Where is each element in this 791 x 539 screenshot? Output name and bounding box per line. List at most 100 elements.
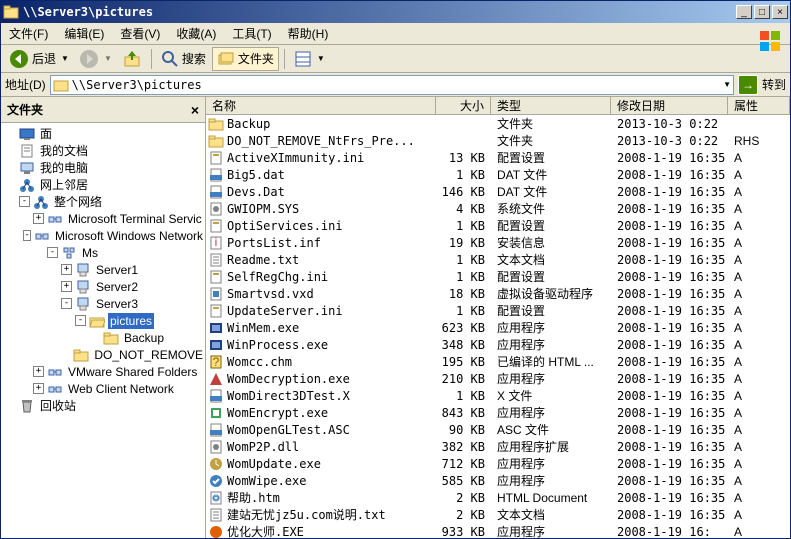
- file-row[interactable]: DO_NOT_REMOVE_NtFrs_Pre...文件夹2013-10-3 0…: [206, 132, 790, 149]
- col-date[interactable]: 修改日期: [611, 97, 728, 114]
- file-type: 应用程序: [491, 319, 611, 336]
- file-row[interactable]: WomWipe.exe585 KB应用程序2008-1-19 16:35A: [206, 472, 790, 489]
- tree-label: pictures: [108, 313, 154, 329]
- expand-button[interactable]: -: [23, 230, 31, 241]
- file-row[interactable]: iPortsList.inf19 KB安装信息2008-1-19 16:35A: [206, 234, 790, 251]
- folders-button[interactable]: 文件夹: [212, 47, 279, 71]
- file-row[interactable]: ActiveXImmunity.ini13 KB配置设置2008-1-19 16…: [206, 149, 790, 166]
- forward-button[interactable]: ▼: [75, 47, 116, 71]
- tree-item[interactable]: +Web Client Network: [1, 380, 205, 397]
- tree-item[interactable]: -Server3: [1, 295, 205, 312]
- tree-label: Microsoft Terminal Servic: [66, 211, 204, 227]
- file-row[interactable]: WomDecryption.exe210 KB应用程序2008-1-19 16:…: [206, 370, 790, 387]
- file-list[interactable]: Backup文件夹2013-10-3 0:22DO_NOT_REMOVE_NtF…: [206, 115, 790, 538]
- file-row[interactable]: WomDirect3DTest.X1 KBX 文件2008-1-19 16:35…: [206, 387, 790, 404]
- tree-item[interactable]: 我的文档: [1, 142, 205, 159]
- tree-item[interactable]: 我的电脑: [1, 159, 205, 176]
- go-button[interactable]: →: [738, 75, 758, 95]
- sidebar-header: 文件夹 ×: [1, 97, 205, 123]
- tree-label: 回收站: [38, 396, 78, 415]
- file-attr: A: [728, 219, 790, 233]
- file-row[interactable]: ?Womcc.chm195 KB已编译的 HTML ...2008-1-19 1…: [206, 353, 790, 370]
- folder-icon: [208, 116, 224, 132]
- search-button[interactable]: 搜索: [157, 48, 210, 70]
- menu-help[interactable]: 帮助(H): [280, 22, 337, 45]
- minimize-button[interactable]: _: [736, 5, 752, 19]
- file-row[interactable]: Big5.dat1 KBDAT 文件2008-1-19 16:35A: [206, 166, 790, 183]
- file-type: DAT 文件: [491, 166, 611, 183]
- maximize-button[interactable]: □: [754, 5, 770, 19]
- folder-tree[interactable]: 面我的文档我的电脑网上邻居-整个网络 + Microsoft Terminal Se…: [1, 123, 205, 538]
- up-button[interactable]: [118, 47, 146, 71]
- tree-item[interactable]: -Ms: [1, 244, 205, 261]
- file-row[interactable]: SelfRegChg.ini1 KB配置设置2008-1-19 16:35A: [206, 268, 790, 285]
- menu-fav[interactable]: 收藏(A): [168, 22, 224, 45]
- views-button[interactable]: ▼: [290, 48, 329, 70]
- chm-icon: ?: [208, 354, 224, 370]
- file-row[interactable]: Devs.Dat146 KBDAT 文件2008-1-19 16:35A: [206, 183, 790, 200]
- tree-item[interactable]: 网上邻居: [1, 176, 205, 193]
- expand-button[interactable]: -: [19, 196, 30, 207]
- file-row[interactable]: WomEncrypt.exe843 KB应用程序2008-1-19 16:35A: [206, 404, 790, 421]
- file-type: 配置设置: [491, 268, 611, 285]
- file-attr: A: [728, 491, 790, 505]
- file-row[interactable]: 帮助.htm2 KBHTML Document2008-1-19 16:35A: [206, 489, 790, 506]
- expand-button[interactable]: +: [33, 213, 44, 224]
- file-size: 382 KB: [436, 440, 491, 454]
- menu-file[interactable]: 文件(F): [1, 22, 56, 45]
- col-size[interactable]: 大小: [436, 97, 491, 114]
- tree-item[interactable]: + Microsoft Terminal Servic: [1, 210, 205, 227]
- close-icon[interactable]: ×: [191, 102, 199, 118]
- tree-item[interactable]: +Server1: [1, 261, 205, 278]
- tree-item[interactable]: 面: [1, 125, 205, 142]
- col-name[interactable]: 名称: [206, 97, 436, 114]
- menu-tools[interactable]: 工具(T): [224, 22, 279, 45]
- folder-icon: [208, 133, 224, 149]
- file-row[interactable]: WomP2P.dll382 KB应用程序扩展2008-1-19 16:35A: [206, 438, 790, 455]
- close-button[interactable]: ×: [772, 5, 788, 19]
- expand-button[interactable]: +: [61, 281, 72, 292]
- tree-item[interactable]: 回收站: [1, 397, 205, 414]
- menu-edit[interactable]: 编辑(E): [56, 22, 112, 45]
- back-button[interactable]: 后退 ▼: [5, 47, 73, 71]
- file-row[interactable]: 优化大师.EXE933 KB应用程序2008-1-19 16:A: [206, 523, 790, 538]
- menu-view[interactable]: 查看(V): [112, 22, 168, 45]
- file-row[interactable]: Smartvsd.vxd18 KB虚拟设备驱动程序2008-1-19 16:35…: [206, 285, 790, 302]
- expand-button[interactable]: -: [75, 315, 86, 326]
- file-row[interactable]: WinMem.exe623 KB应用程序2008-1-19 16:35A: [206, 319, 790, 336]
- file-row[interactable]: 建站无忧jz5u.com说明.txt2 KB文本文档2008-1-19 16:3…: [206, 506, 790, 523]
- file-size: 19 KB: [436, 236, 491, 250]
- toolbar: 后退 ▼ ▼ 搜索 文件夹 ▼: [1, 45, 790, 73]
- file-row[interactable]: UpdateServer.ini1 KB配置设置2008-1-19 16:35A: [206, 302, 790, 319]
- file-date: 2008-1-19 16:35: [611, 168, 728, 182]
- file-type: 应用程序: [491, 523, 611, 538]
- expand-button[interactable]: +: [61, 264, 72, 275]
- file-row[interactable]: Readme.txt1 KB文本文档2008-1-19 16:35A: [206, 251, 790, 268]
- expand-button[interactable]: -: [61, 298, 72, 309]
- col-attr[interactable]: 属性: [728, 97, 790, 114]
- titlebar[interactable]: \\Server3\pictures _ □ ×: [1, 1, 790, 23]
- expand-button[interactable]: +: [33, 366, 44, 377]
- tree-item[interactable]: DO_NOT_REMOVE: [1, 346, 205, 363]
- tree-item[interactable]: -整个网络: [1, 193, 205, 210]
- tree-item[interactable]: +VMware Shared Folders: [1, 363, 205, 380]
- file-row[interactable]: Backup文件夹2013-10-3 0:22: [206, 115, 790, 132]
- file-type: 文本文档: [491, 506, 611, 523]
- chevron-down-icon[interactable]: ▼: [723, 80, 731, 89]
- col-type[interactable]: 类型: [491, 97, 611, 114]
- file-row[interactable]: GWIOPM.SYS4 KB系统文件2008-1-19 16:35A: [206, 200, 790, 217]
- file-date: 2008-1-19 16:35: [611, 202, 728, 216]
- expand-button[interactable]: +: [33, 383, 44, 394]
- tree-item[interactable]: Backup: [1, 329, 205, 346]
- tree-item[interactable]: +Server2: [1, 278, 205, 295]
- address-input[interactable]: \\Server3\pictures ▼: [50, 75, 734, 95]
- tree-item[interactable]: - pictures: [1, 312, 205, 329]
- file-row[interactable]: WinProcess.exe348 KB应用程序2008-1-19 16:35A: [206, 336, 790, 353]
- file-date: 2008-1-19 16:35: [611, 304, 728, 318]
- file-row[interactable]: WomOpenGLTest.ASC90 KBASC 文件2008-1-19 16…: [206, 421, 790, 438]
- file-row[interactable]: OptiServices.ini1 KB配置设置2008-1-19 16:35A: [206, 217, 790, 234]
- file-name: Big5.dat: [227, 168, 285, 182]
- tree-item[interactable]: -Microsoft Windows Network: [1, 227, 205, 244]
- expand-button[interactable]: -: [47, 247, 58, 258]
- file-row[interactable]: WomUpdate.exe712 KB应用程序2008-1-19 16:35A: [206, 455, 790, 472]
